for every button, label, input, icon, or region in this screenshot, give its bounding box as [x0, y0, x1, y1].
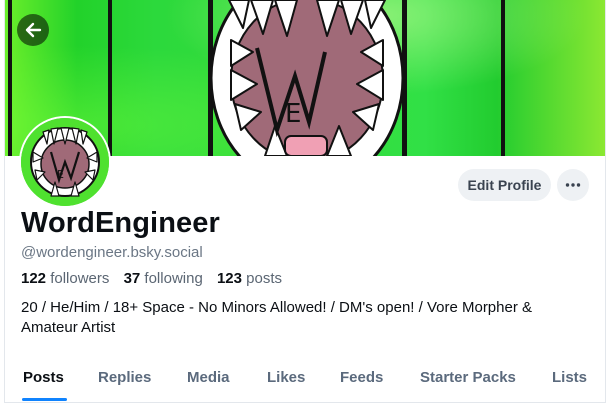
followers-count: 122 [21, 270, 47, 287]
following-count: 37 [123, 270, 141, 287]
active-tab-indicator [22, 398, 67, 401]
posts-label: posts [246, 270, 283, 287]
profile-handle: @wordengineer.bsky.social [21, 244, 203, 261]
avatar-image: E [21, 118, 109, 206]
tab-lists[interactable]: Lists [552, 358, 587, 402]
profile-stats: 122 followers 37 following 123 posts [21, 270, 292, 287]
followers-link[interactable]: 122 followers [21, 270, 109, 287]
posts-stat: 123 posts [217, 270, 282, 287]
back-button[interactable] [17, 14, 49, 46]
edit-profile-button[interactable]: Edit Profile [458, 169, 551, 201]
more-options-button[interactable] [557, 169, 589, 201]
tab-replies[interactable]: Replies [98, 358, 151, 402]
ellipsis-icon [565, 183, 581, 187]
svg-text:E: E [57, 168, 64, 181]
following-label: following [144, 270, 203, 287]
svg-text:E: E [285, 99, 301, 129]
display-name: WordEngineer [21, 207, 220, 239]
arrow-left-icon [25, 22, 42, 38]
following-link[interactable]: 37 following [124, 270, 203, 287]
profile-tabs: Posts Replies Media Likes Feeds Starter … [5, 358, 605, 403]
tab-feeds[interactable]: Feeds [340, 358, 383, 402]
posts-count: 123 [216, 270, 242, 287]
avatar[interactable]: E [19, 116, 111, 208]
tab-likes[interactable]: Likes [267, 358, 305, 402]
tab-posts[interactable]: Posts [23, 358, 64, 402]
profile-bio: 20 / He/Him / 18+ Space - No Minors Allo… [21, 299, 533, 336]
profile-page: E E Edit Profile WordEngineer @wordengin… [4, 0, 606, 403]
tab-media[interactable]: Media [187, 358, 230, 402]
tab-starter-packs[interactable]: Starter Packs [420, 358, 516, 402]
avatar-artwork: E [21, 118, 109, 206]
followers-label: followers [50, 270, 110, 287]
